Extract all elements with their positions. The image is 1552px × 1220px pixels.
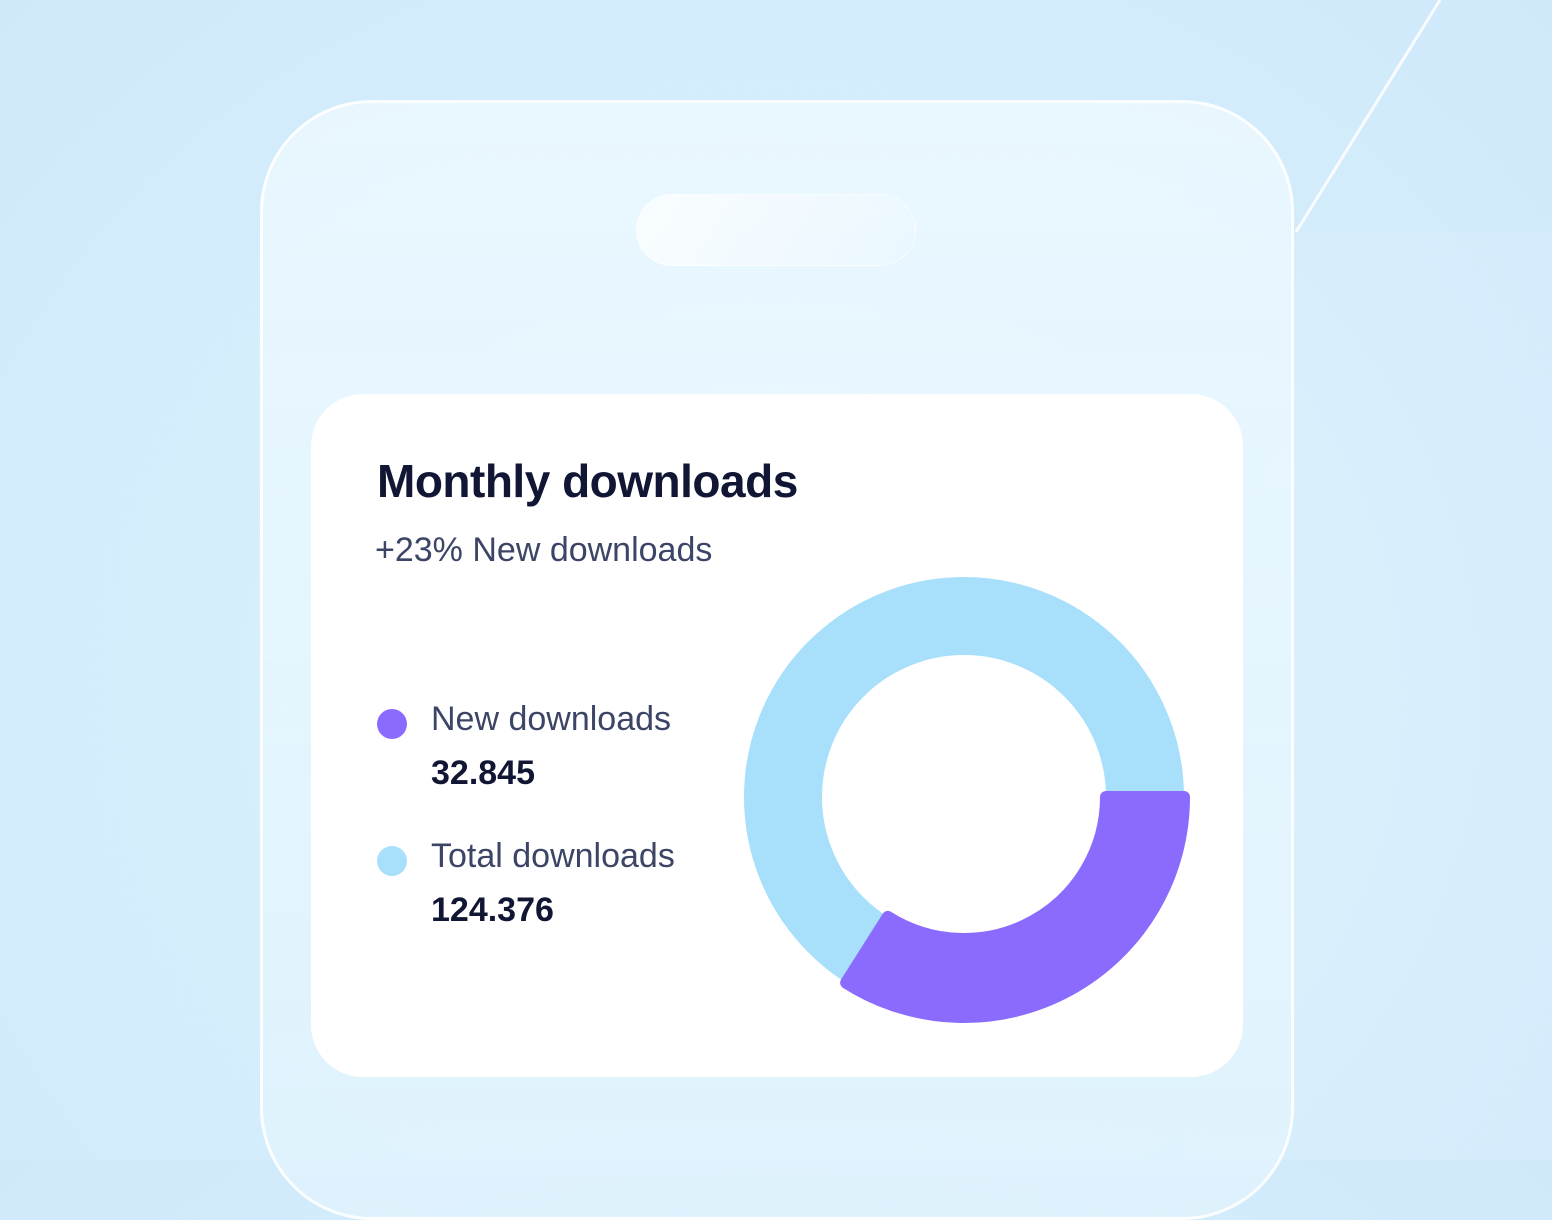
donut-segment-new-downloads — [840, 791, 1190, 1023]
legend-value: 32.845 — [431, 754, 535, 792]
downloads-donut-chart — [744, 577, 1190, 1023]
legend-label: New downloads — [431, 700, 672, 738]
legend-value: 124.376 — [431, 891, 554, 929]
card-subtitle: +23% New downloads — [375, 531, 713, 569]
monthly-downloads-card: Monthly downloads +23% New downloads New… — [311, 394, 1243, 1077]
card-title: Monthly downloads — [377, 455, 798, 507]
light-blue-dot-icon — [377, 846, 407, 876]
phone-notch — [636, 194, 916, 266]
legend-label: Total downloads — [431, 837, 675, 875]
purple-dot-icon — [377, 709, 407, 739]
